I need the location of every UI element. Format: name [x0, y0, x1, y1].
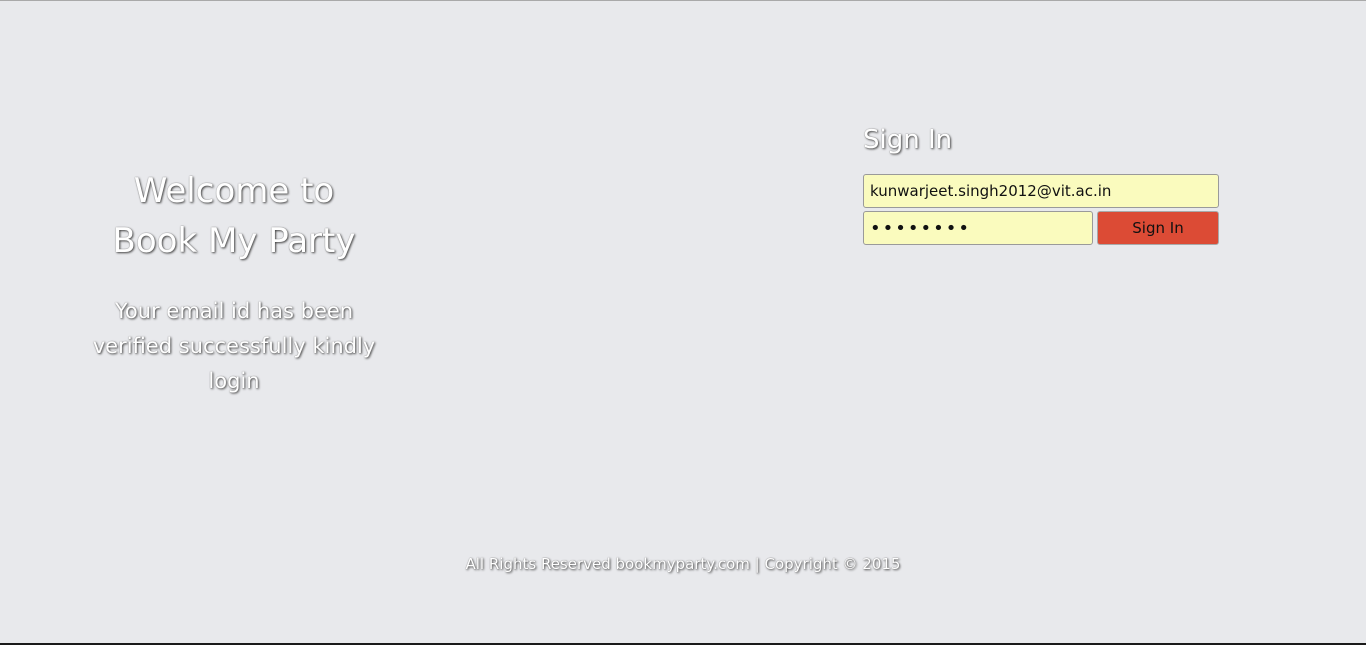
password-input[interactable] [863, 211, 1093, 245]
verification-message: Your email id has been verified successf… [92, 299, 376, 393]
welcome-line-2: Book My Party [112, 221, 356, 261]
welcome-line-1: Welcome to [133, 171, 335, 211]
top-border [0, 0, 1366, 1]
signin-button[interactable]: Sign In [1097, 211, 1219, 245]
footer-copyright: All Rights Reserved bookmyparty.com | Co… [465, 555, 901, 573]
welcome-heading: Welcome to Book My Party [84, 166, 384, 266]
signin-title: Sign In [863, 125, 953, 155]
email-input[interactable] [863, 174, 1219, 208]
